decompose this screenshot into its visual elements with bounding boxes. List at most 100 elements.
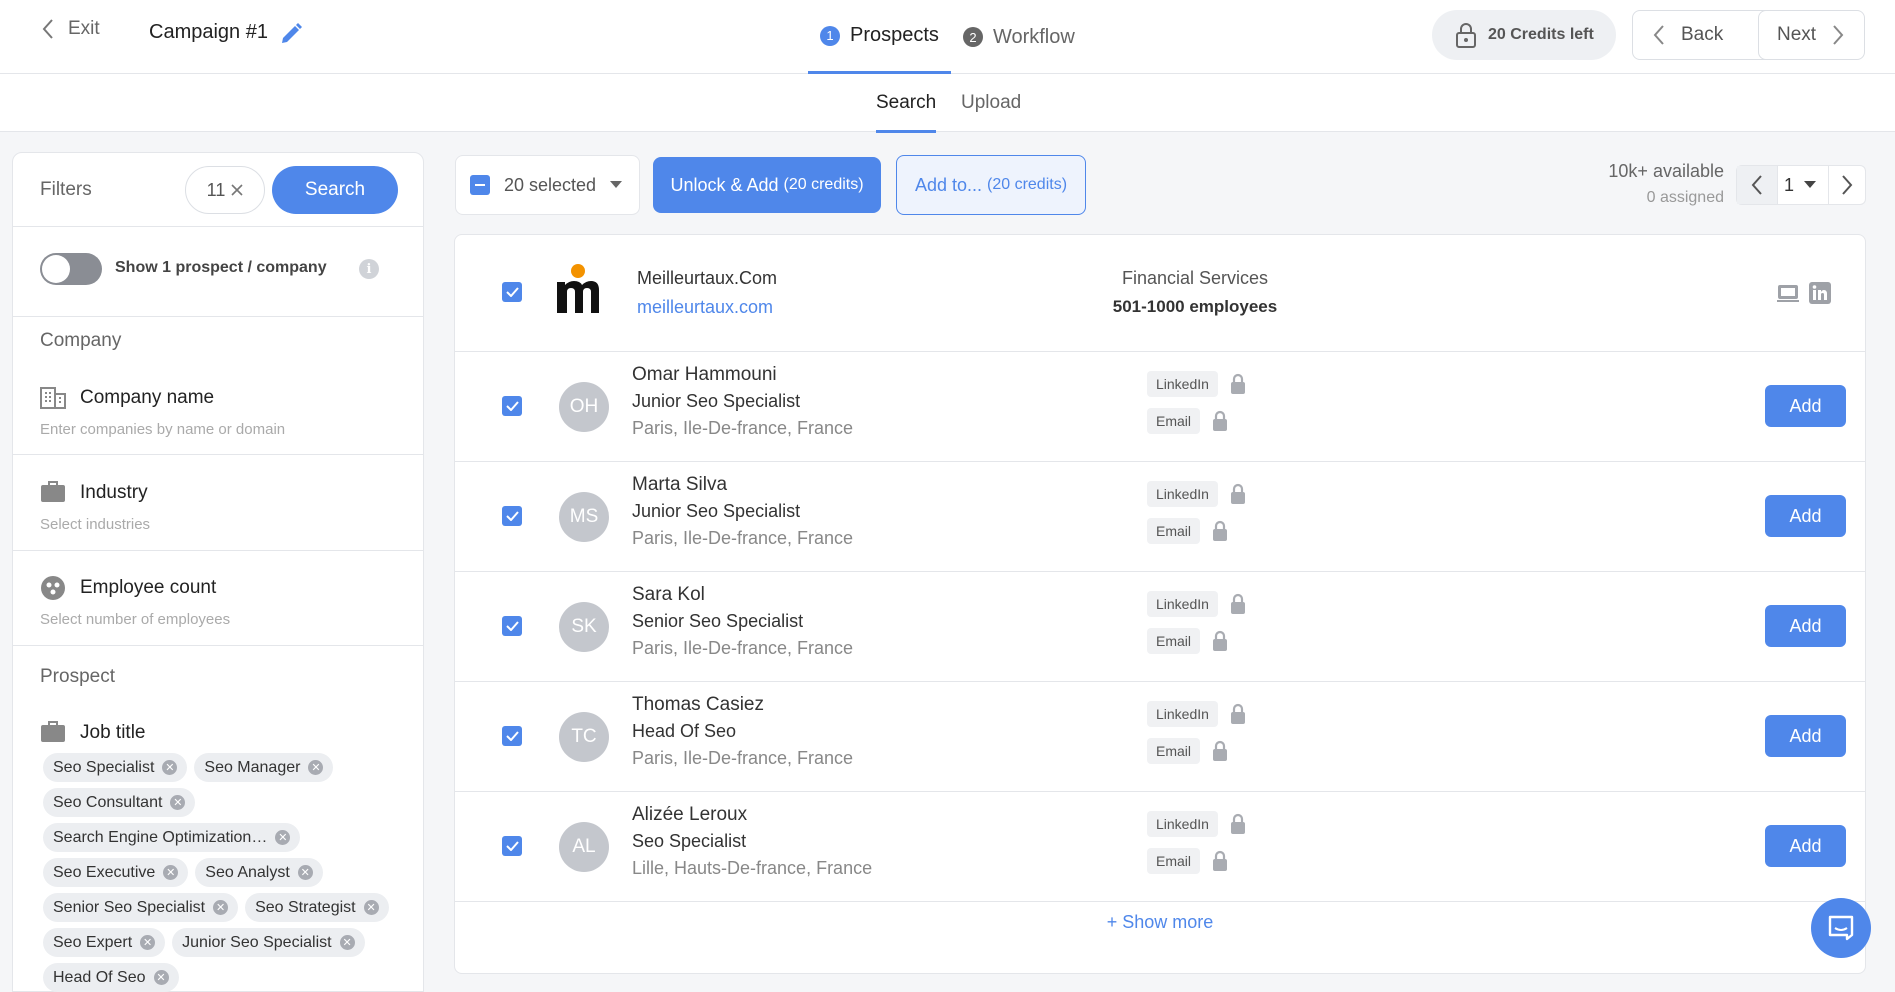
back-label: Back — [1681, 24, 1724, 45]
remove-chip-icon[interactable]: ✕ — [153, 970, 169, 985]
step-workflow[interactable]: 2 Workflow — [951, 0, 1087, 74]
step-prospects[interactable]: 1 Prospects — [808, 0, 951, 74]
prospect-row: SK Sara Kol Senior Seo Specialist Paris,… — [455, 572, 1865, 682]
exit-button[interactable]: Exit — [42, 18, 100, 40]
prospect-location: Paris, Ile-De-france, France — [632, 638, 854, 658]
prospect-row: TC Thomas Casiez Head Of Seo Paris, Ile-… — [455, 682, 1865, 792]
remove-chip-icon[interactable]: ✕ — [170, 795, 186, 810]
info-icon[interactable]: i — [359, 259, 379, 279]
company-domain-link[interactable]: meilleurtaux.com — [637, 297, 773, 318]
step-number: 1 — [820, 25, 840, 46]
remove-chip-icon[interactable]: ✕ — [339, 935, 355, 950]
next-button[interactable]: Next — [1758, 10, 1865, 60]
job-title-chip[interactable]: Search Engine Optimization… ✕ — [43, 823, 301, 852]
prev-page-button[interactable] — [1737, 166, 1777, 204]
job-title-chip[interactable]: Senior Seo Specialist ✕ — [43, 893, 239, 922]
one-per-company-toggle[interactable] — [40, 253, 102, 285]
linkedin-tag: LinkedIn — [1147, 481, 1218, 507]
chip-label: Seo Executive — [53, 863, 156, 881]
job-title-chip[interactable]: Seo Consultant ✕ — [43, 788, 196, 817]
chip-label: Seo Strategist — [255, 898, 356, 916]
remove-chip-icon[interactable]: ✕ — [297, 865, 313, 880]
job-title-chips: Seo Specialist ✕ Seo Manager ✕ Seo Consult… — [43, 753, 423, 992]
remove-chip-icon[interactable]: ✕ — [163, 865, 179, 880]
prospect-location: Paris, Ile-De-france, France — [632, 528, 854, 548]
remove-chip-icon[interactable]: ✕ — [140, 935, 156, 950]
avatar: MS — [559, 492, 609, 542]
job-title-chip[interactable]: Head Of Seo ✕ — [43, 963, 179, 992]
close-icon[interactable] — [231, 184, 243, 196]
addto-credits: (20 credits) — [987, 176, 1068, 193]
linkedin-contact: LinkedIn — [1147, 700, 1246, 728]
tab-upload[interactable]: Upload — [961, 92, 1021, 130]
prospect-checkbox[interactable] — [502, 616, 522, 636]
add-prospect-button[interactable]: Add — [1765, 385, 1846, 427]
job-title-chip[interactable]: Seo Executive ✕ — [43, 858, 189, 887]
website-icon[interactable] — [1777, 282, 1799, 304]
email-tag: Email — [1147, 738, 1201, 764]
page-select[interactable]: 1 — [1777, 166, 1829, 204]
toggle-label: Show 1 prospect / company — [115, 259, 327, 276]
tab-search[interactable]: Search — [876, 92, 937, 133]
remove-chip-icon[interactable]: ✕ — [213, 900, 229, 915]
add-prospect-button[interactable]: Add — [1765, 605, 1846, 647]
selection-dropdown[interactable]: 20 selected — [455, 155, 640, 215]
job-title-chip[interactable]: Seo Strategist ✕ — [245, 893, 389, 922]
chat-icon — [1828, 915, 1854, 941]
job-title-chip[interactable]: Junior Seo Specialist ✕ — [172, 928, 365, 957]
prospect-checkbox[interactable] — [502, 506, 522, 526]
toggle-row: Show 1 prospect / company i — [13, 227, 423, 317]
chevron-left-icon — [42, 19, 53, 39]
employee-count-title: Employee count — [80, 577, 217, 598]
chip-label: Seo Consultant — [53, 793, 163, 811]
linkedin-contact: LinkedIn — [1147, 480, 1246, 508]
unlock-add-button[interactable]: Unlock & Add (20 credits) — [653, 157, 881, 213]
linkedin-icon[interactable] — [1809, 282, 1831, 304]
back-button[interactable]: Back — [1632, 10, 1776, 60]
company-name-filter[interactable]: Company name Enter companies by name or … — [13, 385, 423, 455]
linkedin-tag: LinkedIn — [1147, 701, 1218, 727]
prospect-name: Omar Hammouni — [632, 364, 777, 385]
credits-label: 20 Credits left — [1488, 26, 1594, 43]
job-title-chip[interactable]: Seo Analyst ✕ — [195, 858, 323, 887]
company-checkbox[interactable] — [502, 282, 522, 302]
show-more-link[interactable]: + Show more — [455, 912, 1865, 933]
employee-count-filter[interactable]: Employee count Select number of employee… — [13, 575, 423, 646]
add-prospect-button[interactable]: Add — [1765, 715, 1846, 757]
linkedin-tag: LinkedIn — [1147, 811, 1218, 837]
search-button[interactable]: Search — [272, 166, 398, 214]
job-title-chip[interactable]: Seo Manager ✕ — [194, 753, 334, 782]
email-tag: Email — [1147, 628, 1201, 654]
prospect-location: Paris, Ile-De-france, France — [632, 418, 854, 438]
credits-badge[interactable]: 20 Credits left — [1432, 10, 1616, 60]
company-name: Meilleurtaux.Com — [637, 268, 778, 288]
campaign-title: Campaign #1 — [149, 21, 268, 43]
remove-chip-icon[interactable]: ✕ — [275, 830, 291, 845]
add-prospect-button[interactable]: Add — [1765, 825, 1846, 867]
employee-count-placeholder: Select number of employees — [40, 611, 231, 628]
industry-filter[interactable]: Industry Select industries — [13, 480, 423, 551]
remove-chip-icon[interactable]: ✕ — [162, 760, 178, 775]
partial-checkbox-icon[interactable] — [470, 175, 490, 195]
lock-icon — [1230, 703, 1245, 724]
job-title-chip[interactable]: Seo Expert ✕ — [43, 928, 166, 957]
prospect-name: Alizée Leroux — [632, 804, 748, 825]
company-links — [1777, 282, 1831, 304]
lock-icon — [1230, 593, 1245, 614]
prospect-checkbox[interactable] — [502, 396, 522, 416]
prospect-checkbox[interactable] — [502, 726, 522, 746]
add-to-button[interactable]: Add to... (20 credits) — [896, 155, 1086, 215]
add-prospect-button[interactable]: Add — [1765, 495, 1846, 537]
remove-chip-icon[interactable]: ✕ — [308, 760, 324, 775]
next-page-button[interactable] — [1829, 174, 1865, 196]
chevron-right-icon — [1833, 25, 1844, 45]
chat-launcher-button[interactable] — [1811, 898, 1871, 958]
remove-chip-icon[interactable]: ✕ — [363, 900, 379, 915]
step-label: Workflow — [992, 25, 1075, 48]
job-title-chip[interactable]: Seo Specialist ✕ — [43, 753, 188, 782]
filter-count-chip[interactable]: 11 — [185, 166, 265, 214]
edit-pencil-icon[interactable] — [278, 21, 304, 47]
linkedin-tag: LinkedIn — [1147, 371, 1218, 397]
prospect-checkbox[interactable] — [502, 836, 522, 856]
lock-icon — [1230, 373, 1245, 394]
